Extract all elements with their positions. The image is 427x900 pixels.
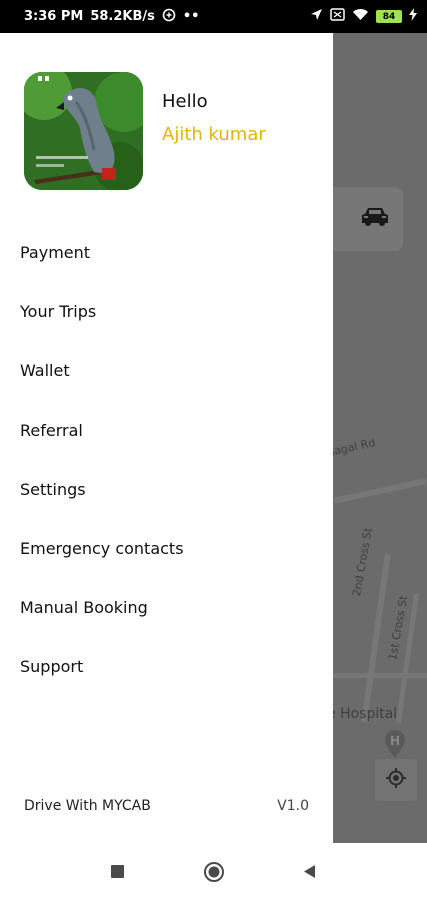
system-nav-bar bbox=[0, 843, 427, 900]
status-bar: 3:36 PM 58.2KB/s •• 84 bbox=[0, 0, 427, 33]
status-network-speed: 58.2KB/s bbox=[90, 9, 155, 24]
menu-item-referral[interactable]: Referral bbox=[0, 401, 333, 460]
menu-item-wallet[interactable]: Wallet bbox=[0, 341, 333, 400]
vpn-icon bbox=[162, 8, 176, 26]
car-icon bbox=[359, 205, 391, 233]
status-time: 3:36 PM bbox=[24, 9, 84, 24]
svg-text:H: H bbox=[390, 734, 400, 748]
menu-item-emergency-contacts[interactable]: Emergency contacts bbox=[0, 519, 333, 578]
drawer-footer: Drive With MYCAB V1.0 bbox=[0, 798, 333, 814]
menu-item-payment[interactable]: Payment bbox=[0, 223, 333, 282]
recents-square-icon[interactable] bbox=[106, 860, 130, 884]
back-triangle-icon[interactable] bbox=[298, 860, 322, 884]
crosshair-icon bbox=[385, 767, 407, 793]
vehicle-type-card[interactable] bbox=[333, 187, 403, 251]
wifi-icon bbox=[352, 8, 369, 25]
menu-item-manual-booking[interactable]: Manual Booking bbox=[0, 578, 333, 637]
charging-icon bbox=[409, 8, 417, 25]
greeting-text: Hello bbox=[162, 91, 208, 112]
navigation-drawer: Hello Ajith kumar Payment Your Trips Wal… bbox=[0, 33, 333, 843]
user-name[interactable]: Ajith kumar bbox=[162, 124, 266, 145]
map-background[interactable]: nagal Rd 2nd Cross St 1st Cross St e Hos… bbox=[333, 33, 427, 843]
home-circle-icon[interactable] bbox=[202, 860, 226, 884]
my-location-button[interactable] bbox=[375, 759, 417, 801]
battery-icon: 84 bbox=[376, 10, 402, 23]
location-arrow-icon bbox=[310, 8, 323, 25]
map-road-label: 2nd Cross St bbox=[350, 526, 375, 598]
app-version: V1.0 bbox=[277, 798, 309, 814]
status-dots: •• bbox=[182, 9, 200, 24]
sim-icon bbox=[330, 8, 345, 25]
avatar[interactable] bbox=[24, 72, 143, 190]
menu-item-settings[interactable]: Settings bbox=[0, 460, 333, 519]
menu-item-your-trips[interactable]: Your Trips bbox=[0, 282, 333, 341]
drawer-menu: Payment Your Trips Wallet Referral Setti… bbox=[0, 223, 333, 697]
menu-item-support[interactable]: Support bbox=[0, 637, 333, 696]
hospital-pin-icon[interactable]: H bbox=[384, 729, 406, 759]
map-road-label: nagal Rd bbox=[333, 436, 377, 459]
drive-with-mycab-link[interactable]: Drive With MYCAB bbox=[24, 798, 151, 814]
map-place-label: e Hospital bbox=[333, 706, 398, 722]
